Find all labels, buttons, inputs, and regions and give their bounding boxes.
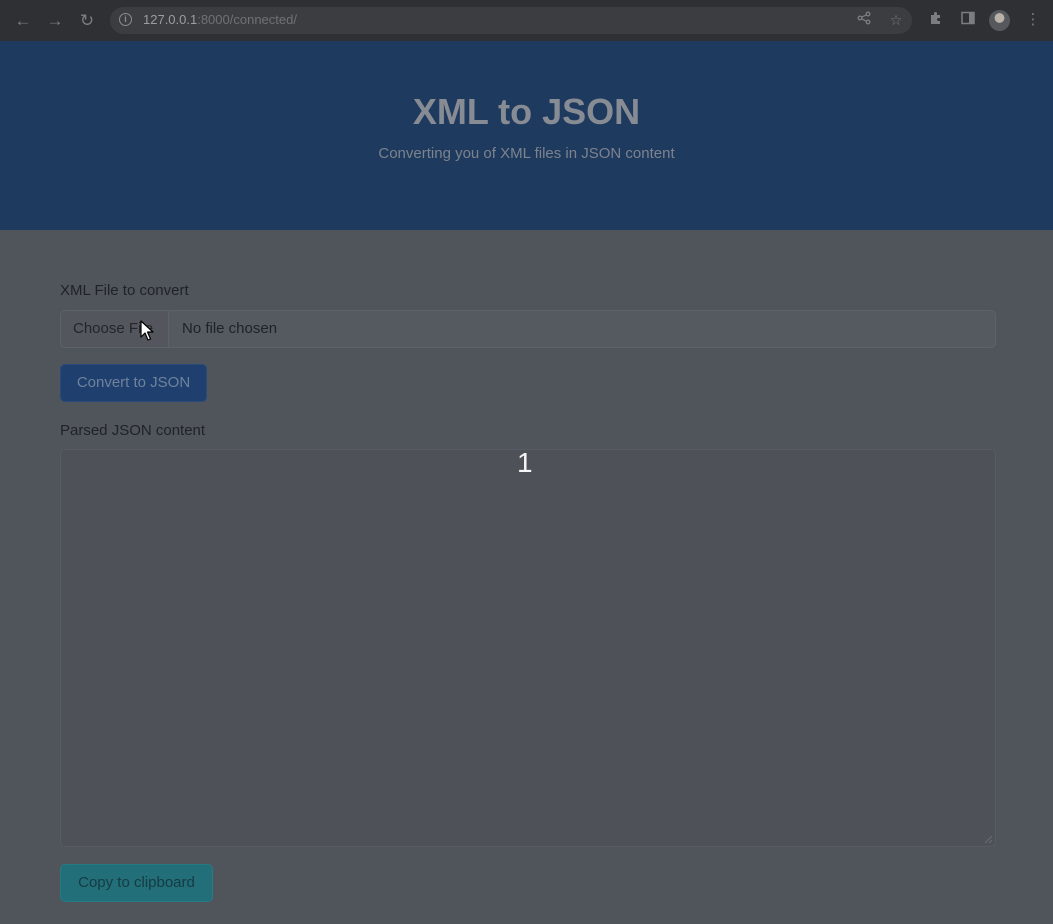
json-output-textarea[interactable] (60, 449, 996, 847)
back-arrow-icon[interactable]: ← (12, 10, 34, 32)
page-subtitle: Converting you of XML files in JSON cont… (378, 145, 675, 162)
convert-to-json-button[interactable]: Convert to JSON (60, 364, 207, 402)
bookmark-star-icon[interactable]: ☆ (887, 11, 905, 29)
step-number-overlay: 1 (517, 447, 533, 478)
output-label: Parsed JSON content (60, 422, 206, 439)
url-path: :8000/connected/ (197, 12, 297, 27)
url-host: 127.0.0.1 (143, 12, 198, 27)
mouse-pointer-icon (140, 320, 154, 341)
resize-grip-icon[interactable] (984, 835, 993, 844)
xml-file-input[interactable]: Choose File No file chosen (60, 310, 996, 348)
site-info-icon[interactable]: i (119, 13, 132, 26)
url-text[interactable]: 127.0.0.1:8000/connected/ (143, 12, 297, 27)
more-menu-icon[interactable]: ⋮ (1023, 10, 1043, 30)
page-title: XML to JSON (412, 91, 641, 132)
side-panel-icon[interactable] (958, 10, 978, 30)
reload-icon[interactable]: ↻ (76, 10, 98, 32)
file-input-label: XML File to convert (60, 282, 189, 299)
profile-avatar[interactable] (989, 10, 1010, 31)
page-header: XML to JSON Converting you of XML files … (0, 41, 1053, 230)
address-bar[interactable]: i 127.0.0.1:8000/connected/ ☆ (110, 7, 912, 34)
forward-arrow-icon[interactable]: → (44, 10, 66, 32)
browser-toolbar: ← → ↻ i 127.0.0.1:8000/connected/ ☆ ⋮ (0, 0, 1053, 41)
file-status-text: No file chosen (182, 320, 278, 337)
extensions-puzzle-icon[interactable] (926, 10, 946, 30)
copy-to-clipboard-button[interactable]: Copy to clipboard (60, 864, 213, 902)
share-icon[interactable] (855, 11, 873, 29)
